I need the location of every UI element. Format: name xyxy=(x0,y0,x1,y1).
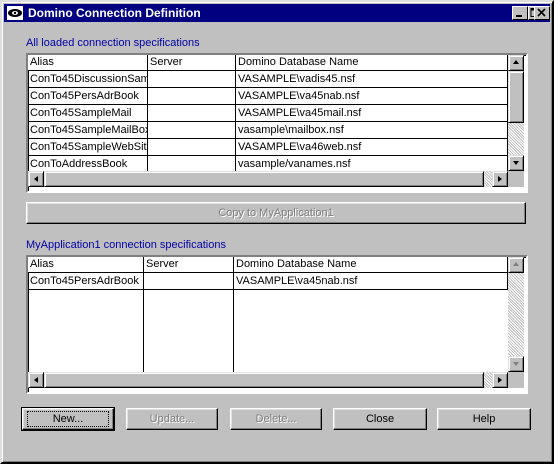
cell-server[interactable] xyxy=(148,122,236,139)
arrow-left-icon xyxy=(34,377,38,383)
column-header-database[interactable]: Domino Database Name xyxy=(236,55,508,71)
cell-alias[interactable]: ConTo45PersAdrBook xyxy=(28,273,144,290)
scroll-right-button[interactable] xyxy=(492,372,508,388)
cell-database[interactable]: VASAMPLE\va46web.nsf xyxy=(236,139,508,156)
close-window-x-button[interactable] xyxy=(534,6,550,20)
column-divider xyxy=(233,290,234,372)
arrow-left-icon xyxy=(34,176,38,182)
arrow-right-icon xyxy=(498,176,502,182)
cell-database[interactable]: VASAMPLE\va45nab.nsf xyxy=(234,273,508,290)
scroll-thumb[interactable] xyxy=(508,71,524,123)
copy-button-label: Copy to MyApplication1 xyxy=(218,207,334,219)
scroll-up-button[interactable] xyxy=(508,257,524,273)
cell-database[interactable]: vasample\mailbox.nsf xyxy=(236,122,508,139)
cell-alias[interactable]: ConTo45SampleMailBox xyxy=(28,122,148,139)
help-button-label: Help xyxy=(472,413,496,425)
arrow-up-icon xyxy=(513,262,519,266)
horizontal-scrollbar[interactable] xyxy=(28,171,508,187)
column-header-server[interactable]: Server xyxy=(148,55,236,71)
vertical-scrollbar[interactable] xyxy=(508,55,524,171)
scroll-up-button[interactable] xyxy=(508,55,524,71)
close-button[interactable]: Close xyxy=(333,408,427,430)
focus-rectangle xyxy=(27,411,109,427)
close-button-label: Close xyxy=(365,413,395,425)
close-icon xyxy=(537,8,546,17)
dialog-window: Domino Connection Definition All loaded … xyxy=(0,0,554,464)
scroll-down-button[interactable] xyxy=(508,356,524,372)
cell-alias[interactable]: ConTo45DiscussionSam xyxy=(28,71,148,88)
help-button[interactable]: Help xyxy=(437,408,531,430)
domino-app-icon xyxy=(7,6,23,20)
window-title: Domino Connection Definition xyxy=(28,6,201,20)
column-header-alias[interactable]: Alias xyxy=(28,257,144,273)
minimize-button[interactable] xyxy=(512,6,528,20)
delete-button-label: Delete... xyxy=(255,413,297,425)
loaded-specs-table[interactable]: Alias Server Domino Database Name ConTo4… xyxy=(26,53,528,193)
cell-server[interactable] xyxy=(148,71,236,88)
title-bar[interactable]: Domino Connection Definition xyxy=(4,4,550,22)
vertical-scrollbar[interactable] xyxy=(508,257,524,372)
cell-database[interactable]: VASAMPLE\vadis45.nsf xyxy=(236,71,508,88)
update-button[interactable]: Update... xyxy=(126,408,218,430)
cell-alias[interactable]: ConTo45SampleWebSite xyxy=(28,139,148,156)
scroll-thumb[interactable] xyxy=(44,372,484,388)
cell-server[interactable] xyxy=(148,88,236,105)
arrow-right-icon xyxy=(498,377,502,383)
column-header-server[interactable]: Server xyxy=(144,257,234,273)
scroll-corner xyxy=(508,171,524,187)
delete-button[interactable]: Delete... xyxy=(230,408,322,430)
arrow-up-icon xyxy=(513,60,519,64)
cell-server[interactable] xyxy=(144,273,234,290)
scroll-left-button[interactable] xyxy=(28,171,44,187)
scroll-down-button[interactable] xyxy=(508,155,524,171)
horizontal-scrollbar[interactable] xyxy=(28,372,508,388)
scroll-left-button[interactable] xyxy=(28,372,44,388)
loaded-specs-label: All loaded connection specifications xyxy=(26,37,200,49)
copy-to-application-button[interactable]: Copy to MyApplication1 xyxy=(26,202,526,224)
column-divider xyxy=(143,290,144,372)
arrow-down-icon xyxy=(513,362,519,366)
cell-alias[interactable]: ConTo45PersAdrBook xyxy=(28,88,148,105)
app-specs-label: MyApplication1 connection specifications xyxy=(26,239,226,251)
scroll-right-button[interactable] xyxy=(492,171,508,187)
column-header-alias[interactable]: Alias xyxy=(28,55,148,71)
column-header-database[interactable]: Domino Database Name xyxy=(234,257,508,273)
update-button-label: Update... xyxy=(149,413,195,425)
minimize-icon xyxy=(516,15,522,17)
cell-server[interactable] xyxy=(148,105,236,122)
cell-database[interactable]: VASAMPLE\va45nab.nsf xyxy=(236,88,508,105)
arrow-down-icon xyxy=(513,161,519,165)
cell-alias[interactable]: ConTo45SampleMail xyxy=(28,105,148,122)
cell-database[interactable]: VASAMPLE\va45mail.nsf xyxy=(236,105,508,122)
app-specs-table[interactable]: Alias Server Domino Database Name ConTo4… xyxy=(26,255,528,394)
scroll-thumb[interactable] xyxy=(44,171,484,187)
cell-server[interactable] xyxy=(148,139,236,156)
scroll-corner xyxy=(508,372,524,388)
